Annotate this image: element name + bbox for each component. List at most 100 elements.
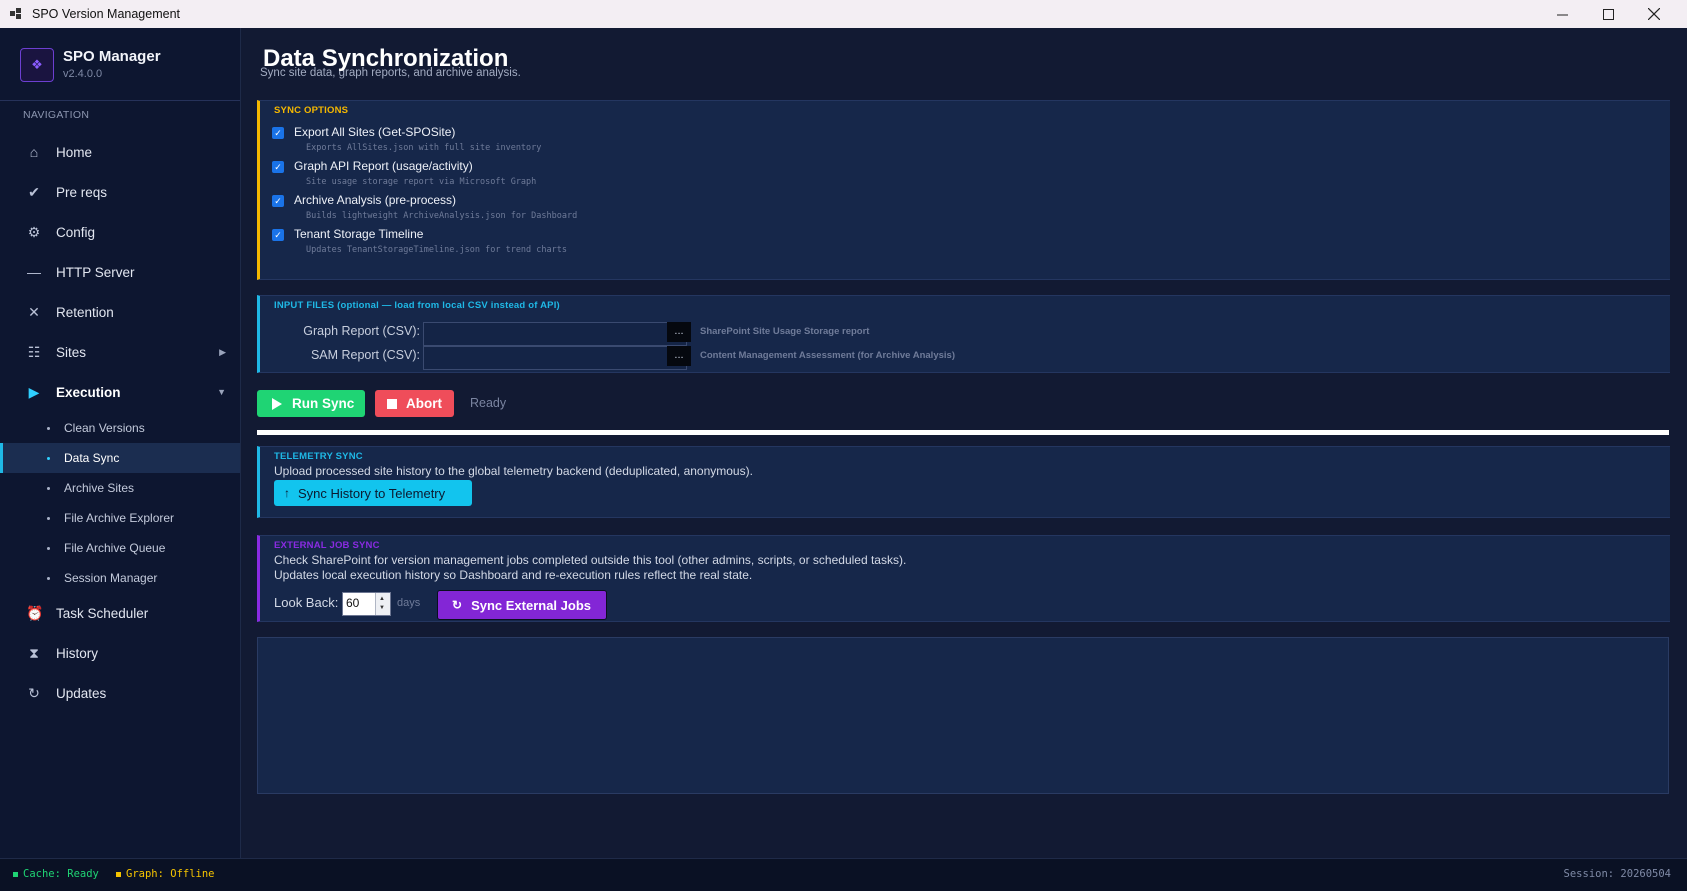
external-job-sync-title: EXTERNAL JOB SYNC (274, 540, 380, 551)
cache-status-indicator (13, 872, 18, 877)
checkbox-checked-icon[interactable]: ✓ (272, 195, 284, 207)
nav-item-label: Execution (56, 384, 121, 400)
bullet-icon (47, 576, 50, 580)
collapse-arrow-icon: ▼ (217, 387, 226, 397)
close-window-button[interactable] (1631, 0, 1677, 28)
external-job-sync-card: EXTERNAL JOB SYNC Check SharePoint for v… (257, 535, 1670, 622)
external-description-2: Updates local execution history so Dashb… (274, 568, 753, 582)
option-description: Builds lightweight ArchiveAnalysis.json … (306, 211, 578, 221)
nav-item-sites[interactable]: ☷ Sites ▶ (0, 334, 240, 370)
checkmark-icon: ✔ (28, 183, 40, 200)
sub-item-data-sync[interactable]: Data Sync (0, 443, 240, 473)
gear-icon: ⚙ (27, 223, 41, 240)
sync-telemetry-button[interactable]: ↑ Sync History to Telemetry (274, 480, 472, 506)
nav-item-config[interactable]: ⚙ Config (0, 214, 240, 250)
graph-report-label: Graph Report (CSV): (303, 324, 420, 338)
option-description: Updates TenantStorageTimeline.json for t… (306, 245, 567, 255)
lookback-stepper[interactable]: 60 ▲ ▼ (342, 592, 391, 616)
nav-item-label: Pre reqs (56, 184, 108, 200)
sam-report-browse-button[interactable]: ... (667, 346, 691, 366)
option-description: Exports AllSites.json with full site inv… (306, 143, 542, 153)
graph-status-indicator (116, 872, 121, 877)
nav-item-history[interactable]: ⧗ History (0, 635, 240, 671)
status-bar: Cache: Ready Graph: Offline Session: 202… (0, 858, 1687, 891)
nav-item-prereqs[interactable]: ✔ Pre reqs (0, 174, 240, 210)
sync-status-text: Ready (470, 396, 507, 410)
hourglass-icon: ⧗ (29, 644, 39, 661)
telemetry-description: Upload processed site history to the glo… (274, 464, 753, 478)
stepper-buttons: ▲ ▼ (375, 593, 390, 615)
option-label: Tenant Storage Timeline (294, 227, 424, 241)
sub-item-label: Data Sync (64, 451, 120, 465)
nav-item-home[interactable]: ⌂ Home (0, 134, 240, 170)
sam-report-label: SAM Report (CSV): (310, 348, 420, 362)
run-sync-button[interactable]: Run Sync (257, 390, 365, 417)
sub-item-archive-sites[interactable]: Archive Sites (0, 473, 240, 503)
stop-icon (387, 398, 397, 409)
external-description-1: Check SharePoint for version management … (274, 553, 907, 567)
cache-status-text: Cache: Ready (23, 868, 99, 880)
bullet-icon (47, 516, 50, 520)
checkbox-checked-icon[interactable]: ✓ (272, 127, 284, 139)
app-logo-icon: ❖ (20, 48, 54, 82)
abort-button[interactable]: Abort (375, 390, 454, 417)
refresh-icon: ↻ (452, 598, 463, 612)
checkbox-checked-icon[interactable]: ✓ (272, 161, 284, 173)
sidebar-divider (0, 100, 240, 101)
nav-item-label: Sites (56, 344, 87, 360)
refresh-icon: ↻ (28, 684, 40, 701)
sub-item-clean-versions[interactable]: Clean Versions (0, 413, 240, 443)
option-description: Site usage storage report via Microsoft … (306, 177, 537, 187)
nav-item-retention[interactable]: ✕ Retention (0, 294, 240, 330)
window-titlebar: SPO Version Management (0, 0, 1687, 28)
abort-label: Abort (406, 396, 442, 411)
sync-log-output[interactable] (257, 637, 1669, 794)
stepper-down-icon[interactable]: ▼ (379, 605, 385, 611)
run-sync-label: Run Sync (292, 396, 355, 411)
graph-report-hint: SharePoint Site Usage Storage report (700, 326, 870, 337)
nav-item-execution[interactable]: ▶ Execution ▼ (0, 374, 240, 410)
sync-external-jobs-button[interactable]: ↻ Sync External Jobs (437, 590, 607, 620)
maximize-button[interactable] (1585, 0, 1631, 28)
nav-item-updates[interactable]: ↻ Updates (0, 675, 240, 711)
nav-item-label: Updates (56, 685, 107, 701)
sidebar: ❖ SPO Manager v2.4.0.0 NAVIGATION ⌂ Home… (0, 28, 241, 858)
nav-item-label: HTTP Server (56, 264, 135, 280)
graph-status-text: Graph: Offline (126, 868, 215, 880)
app-window-icon (10, 8, 22, 20)
nav-item-http-server[interactable]: — HTTP Server (0, 254, 240, 290)
input-files-card: INPUT FILES (optional — load from local … (257, 295, 1670, 373)
stepper-up-icon[interactable]: ▲ (379, 596, 385, 602)
sub-item-session-manager[interactable]: Session Manager (0, 563, 240, 593)
maximize-icon (1602, 8, 1614, 20)
nav-item-task-scheduler[interactable]: ⏰ Task Scheduler (0, 595, 240, 631)
lookback-unit: days (397, 597, 421, 609)
sub-item-file-archive-explorer[interactable]: File Archive Explorer (0, 503, 240, 533)
bullet-icon (47, 426, 50, 430)
alarm-clock-icon: ⏰ (26, 604, 44, 621)
minimize-button[interactable] (1539, 0, 1585, 28)
graph-report-input[interactable] (423, 322, 687, 346)
telemetry-title: TELEMETRY SYNC (274, 451, 363, 462)
main-content: Sync site data, graph reports, and archi… (241, 28, 1687, 858)
sub-item-file-archive-queue[interactable]: File Archive Queue (0, 533, 240, 563)
nav-item-label: History (56, 645, 99, 661)
sync-options-title: SYNC OPTIONS (274, 105, 349, 116)
close-icon: ✕ (28, 303, 40, 320)
checkbox-checked-icon[interactable]: ✓ (272, 229, 284, 241)
nav-item-label: Home (56, 144, 93, 160)
option-label: Archive Analysis (pre-process) (294, 193, 457, 207)
option-label: Export All Sites (Get-SPOSite) (294, 125, 456, 139)
lookback-value[interactable]: 60 (346, 596, 359, 610)
close-icon (1648, 8, 1660, 20)
nav-item-label: Config (56, 224, 96, 240)
sam-report-input[interactable] (423, 346, 687, 370)
nav-item-label: Task Scheduler (56, 605, 149, 621)
telemetry-card: TELEMETRY SYNC Upload processed site his… (257, 446, 1670, 518)
lookback-label: Look Back: (274, 595, 339, 610)
nav-item-label: Retention (56, 304, 114, 320)
bullet-icon (47, 486, 50, 490)
graph-report-browse-button[interactable]: ... (667, 322, 691, 342)
bullet-icon (47, 456, 50, 460)
input-files-title: INPUT FILES (optional — load from local … (274, 300, 560, 311)
